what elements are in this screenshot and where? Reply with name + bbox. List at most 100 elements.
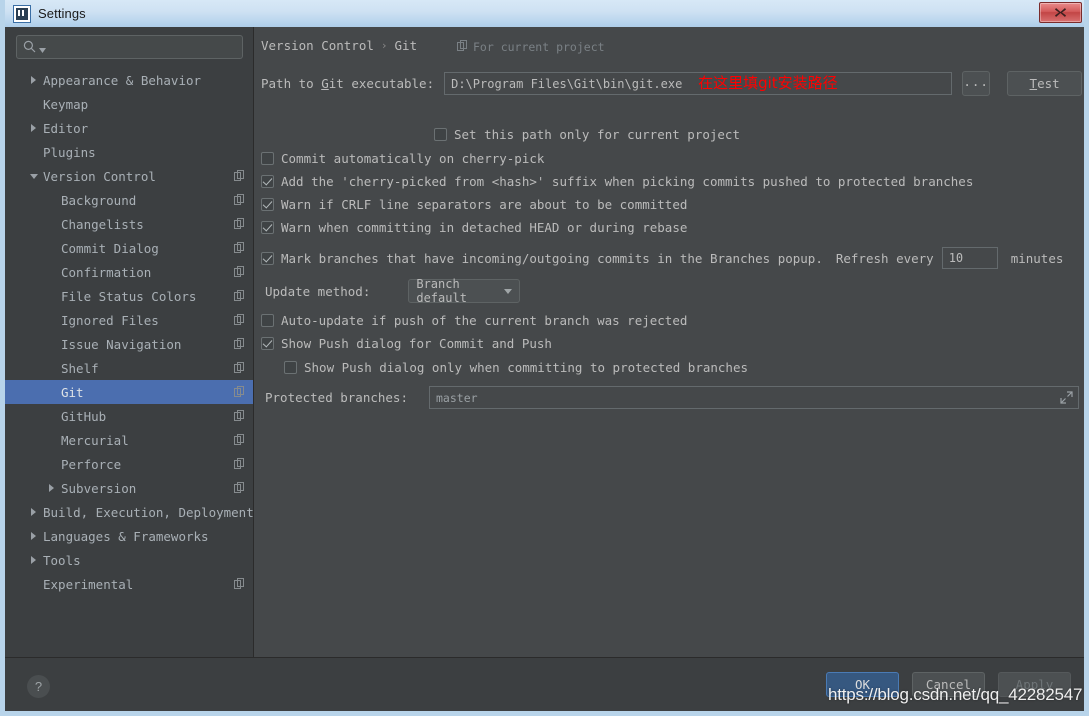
sidebar-item-label: Languages & Frameworks [43, 528, 209, 544]
sidebar-item-tools[interactable]: Tools [5, 548, 253, 572]
for-current-project-label: For current project [473, 40, 605, 54]
update-method-select[interactable]: Branch default [408, 277, 521, 305]
sidebar-item-confirmation[interactable]: Confirmation [5, 260, 253, 284]
checkbox-row: Warn when committing in detached HEAD or… [261, 220, 687, 235]
browse-button[interactable]: ... [962, 71, 991, 96]
sidebar-item-appearance-behavior[interactable]: Appearance & Behavior [5, 68, 253, 92]
checkbox[interactable] [261, 152, 274, 165]
breadcrumb-parent[interactable]: Version Control [261, 38, 374, 53]
sidebar-item-build-execution-deployment[interactable]: Build, Execution, Deployment [5, 500, 253, 524]
intellij-idea-logo-icon [13, 4, 31, 23]
sidebar-item-experimental[interactable]: Experimental [5, 572, 253, 596]
sidebar-item-languages-frameworks[interactable]: Languages & Frameworks [5, 524, 253, 548]
sidebar-item-label: Subversion [61, 480, 137, 496]
update-method-row: Update method: Branch default [265, 277, 521, 305]
sidebar-item-label: Mercurial [61, 432, 129, 448]
sidebar-item-issue-navigation[interactable]: Issue Navigation [5, 332, 253, 356]
sidebar-item-label: Commit Dialog [61, 240, 159, 256]
chevron-right-icon[interactable] [27, 506, 40, 519]
checkbox-row: Show Push dialog for Commit and Push [261, 336, 552, 351]
checkbox-row: Show Push dialog only when committing to… [284, 360, 748, 375]
git-executable-value: D:\Program Files\Git\bin\git.exe [451, 76, 683, 91]
copy-icon [234, 385, 245, 400]
refresh-every-label: Refresh every [835, 250, 934, 266]
sidebar-item-github[interactable]: GitHub [5, 404, 253, 428]
checkbox-label: Add the 'cherry-picked from <hash>' suff… [281, 174, 974, 189]
chevron-right-icon[interactable] [45, 482, 58, 495]
sidebar-item-label: Version Control [43, 168, 156, 184]
sidebar-item-subversion[interactable]: Subversion [5, 476, 253, 500]
git-path-label: Path to Git executable: [261, 76, 435, 91]
sidebar-item-label: Git [61, 384, 84, 400]
git-executable-input[interactable]: D:\Program Files\Git\bin\git.exe 在这里填git… [444, 72, 953, 95]
sidebar-item-editor[interactable]: Editor [5, 116, 253, 140]
breadcrumb-separator: › [380, 39, 388, 52]
checkbox-label: Warn when committing in detached HEAD or… [281, 220, 688, 235]
checkbox[interactable] [261, 198, 274, 211]
main-split: Appearance & Behavior Keymap Editor Plugins… [5, 27, 1084, 658]
copy-icon [234, 265, 245, 280]
breadcrumb-current: Git [394, 38, 418, 53]
refresh-interval-input[interactable]: 10 [941, 247, 998, 269]
sidebar-item-ignored-files[interactable]: Ignored Files [5, 308, 253, 332]
sidebar-item-file-status-colors[interactable]: File Status Colors [5, 284, 253, 308]
minutes-label: minutes [1010, 250, 1064, 266]
copy-icon [234, 193, 245, 208]
close-icon[interactable] [1039, 2, 1082, 23]
checkbox[interactable] [261, 175, 274, 188]
protected-branches-label: Protected branches: [265, 390, 408, 405]
sidebar-item-background[interactable]: Background [5, 188, 253, 212]
copy-icon [234, 577, 245, 592]
checkbox-label: Commit automatically on cherry-pick [281, 151, 545, 166]
checkbox[interactable] [434, 128, 447, 141]
test-button[interactable]: Test [1007, 71, 1083, 96]
chevron-right-icon[interactable] [27, 74, 40, 87]
sidebar-item-label: Issue Navigation [61, 336, 182, 352]
checkbox-label: Warn if CRLF line separators are about t… [281, 197, 688, 212]
chevron-down-icon[interactable] [27, 170, 40, 183]
copy-icon [234, 481, 245, 496]
settings-sidebar: Appearance & Behavior Keymap Editor Plugins… [5, 27, 254, 658]
copy-icon [457, 40, 468, 54]
mark-branches-checkbox[interactable] [261, 251, 274, 265]
copy-icon [234, 433, 245, 448]
copy-icon [234, 241, 245, 256]
sidebar-item-git[interactable]: Git [5, 380, 253, 404]
mark-branches-label: Mark branches that have incoming/outgoin… [281, 250, 823, 266]
git-settings-panel: Version Control › Git For current projec… [254, 27, 1084, 658]
expand-icon[interactable] [1060, 391, 1073, 407]
annotation-text: 在这里填git安装路径 [698, 74, 838, 92]
sidebar-item-mercurial[interactable]: Mercurial [5, 428, 253, 452]
update-method-label: Update method: [265, 283, 371, 299]
chevron-down-icon [504, 288, 513, 294]
update-method-value: Branch default [416, 277, 467, 305]
sidebar-item-label: Shelf [61, 360, 99, 376]
checkbox[interactable] [261, 337, 274, 350]
copy-icon [234, 217, 245, 232]
sidebar-item-changelists[interactable]: Changelists [5, 212, 253, 236]
sidebar-item-perforce[interactable]: Perforce [5, 452, 253, 476]
window-title: Settings [38, 6, 86, 21]
sidebar-item-label: Experimental [43, 576, 134, 592]
chevron-down-icon[interactable] [39, 38, 46, 57]
help-icon[interactable]: ? [27, 675, 50, 699]
sidebar-item-shelf[interactable]: Shelf [5, 356, 253, 380]
protected-branches-value: master [436, 390, 478, 405]
search-input[interactable] [16, 35, 243, 59]
sidebar-item-version-control[interactable]: Version Control [5, 164, 253, 188]
checkbox[interactable] [261, 314, 274, 327]
chevron-right-icon[interactable] [27, 554, 40, 567]
sidebar-item-label: GitHub [61, 408, 107, 424]
for-current-project: For current project [457, 40, 605, 54]
mark-branches-row: Mark branches that have incoming/outgoin… [261, 247, 1063, 269]
sidebar-item-label: Changelists [61, 216, 144, 232]
checkbox[interactable] [261, 221, 274, 234]
search-icon [23, 38, 36, 57]
protected-branches-input[interactable]: master [429, 386, 1079, 409]
chevron-right-icon[interactable] [27, 122, 40, 135]
checkbox[interactable] [284, 361, 297, 374]
chevron-right-icon[interactable] [27, 530, 40, 543]
sidebar-item-commit-dialog[interactable]: Commit Dialog [5, 236, 253, 260]
sidebar-item-keymap[interactable]: Keymap [5, 92, 253, 116]
sidebar-item-plugins[interactable]: Plugins [5, 140, 253, 164]
